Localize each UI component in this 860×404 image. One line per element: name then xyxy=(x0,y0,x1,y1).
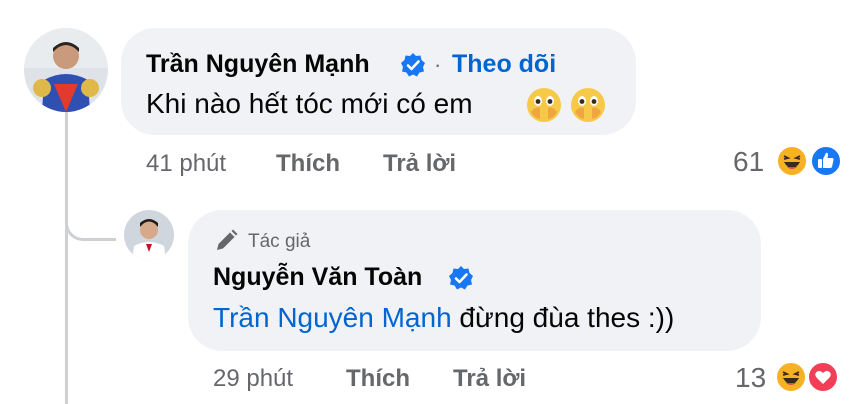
thread-branch xyxy=(65,200,116,241)
verified-badge-icon xyxy=(401,53,425,77)
pencil-icon xyxy=(217,229,238,250)
reply-avatar[interactable] xyxy=(124,210,174,260)
reply-like-button[interactable]: Thích xyxy=(346,365,410,393)
separator-dot: · xyxy=(434,52,442,77)
thread-line xyxy=(65,112,68,404)
comment-text: Khi nào hết tóc mới có em xyxy=(146,88,473,119)
reaction-count[interactable]: 61 xyxy=(733,146,764,178)
reply-author[interactable]: Nguyễn Văn Toàn xyxy=(213,263,422,292)
face-with-open-eyes-and-hand-over-mouth-icon xyxy=(571,88,605,122)
reply-text-line: Trần Nguyên Mạnh đừng đùa thes :)) xyxy=(213,302,674,334)
haha-icon xyxy=(776,145,808,177)
reply-reply-button[interactable]: Trả lời xyxy=(453,365,526,393)
like-button[interactable]: Thích xyxy=(276,150,340,178)
avatar[interactable] xyxy=(24,28,108,112)
author-badge: Tác giả xyxy=(248,231,311,252)
comment-time[interactable]: 41 phút xyxy=(146,150,226,178)
reply-time[interactable]: 29 phút xyxy=(213,365,293,393)
haha-icon xyxy=(775,361,807,393)
reply-button[interactable]: Trả lời xyxy=(383,150,456,178)
follow-button[interactable]: Theo dõi xyxy=(452,50,556,79)
comment-author[interactable]: Trần Nguyên Mạnh xyxy=(146,50,370,79)
mention-link[interactable]: Trần Nguyên Mạnh xyxy=(213,302,452,333)
like-icon xyxy=(810,145,842,177)
verified-badge-icon xyxy=(449,266,473,290)
face-with-open-eyes-and-hand-over-mouth-icon xyxy=(527,88,561,122)
reply-text: đừng đùa thes :)) xyxy=(451,302,675,333)
love-icon xyxy=(807,361,839,393)
reply-reaction-count[interactable]: 13 xyxy=(735,362,766,394)
